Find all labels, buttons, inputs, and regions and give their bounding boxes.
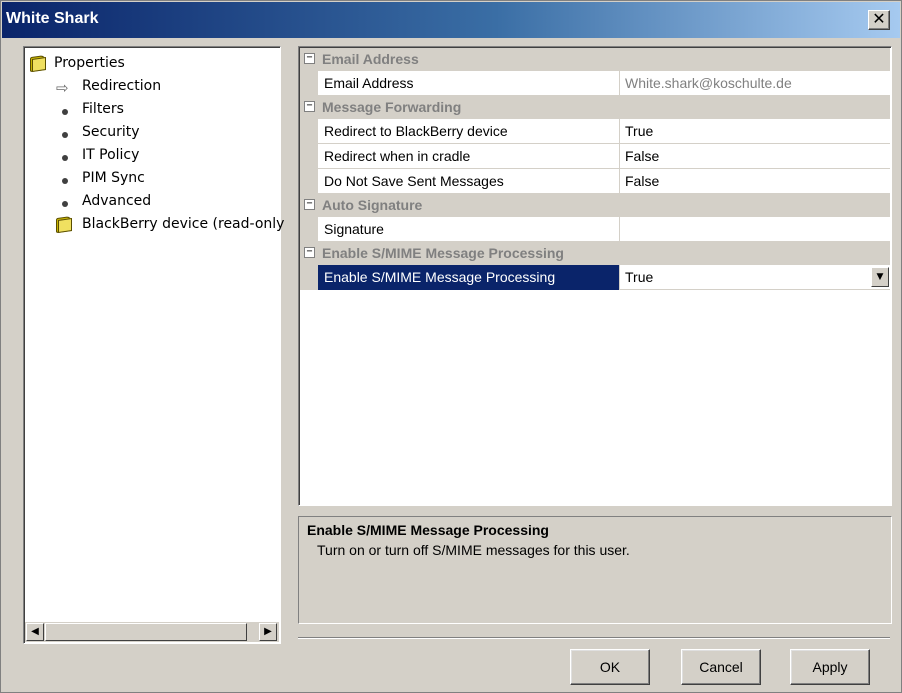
property-name: Redirect when in cradle [318, 144, 620, 169]
cancel-button[interactable]: Cancel [681, 649, 761, 685]
tree-item-label: Security [82, 124, 140, 140]
chevron-left-icon: ◀ [31, 626, 39, 637]
property-row-signature[interactable]: Signature [300, 217, 890, 242]
description-title: Enable S/MIME Message Processing [307, 522, 549, 538]
category-label: Enable S/MIME Message Processing [322, 245, 564, 261]
collapse-icon[interactable]: − [304, 199, 315, 210]
tree-item-label: Filters [82, 101, 124, 117]
description-panel: Enable S/MIME Message Processing Turn on… [298, 516, 892, 624]
property-grid[interactable]: − Email Address Email Address White.shar… [298, 46, 892, 506]
window-title: White Shark [6, 10, 99, 27]
bullet-icon [54, 101, 74, 117]
bullet-icon [54, 193, 74, 209]
folder-icon [28, 54, 48, 73]
bullet-icon [54, 170, 74, 186]
tree-item-label: Advanced [82, 193, 152, 209]
ok-button[interactable]: OK [570, 649, 650, 685]
category-label: Auto Signature [322, 197, 423, 213]
navigation-tree[interactable]: Properties ⇨ Redirection Filters Securit… [23, 46, 285, 644]
scroll-left-button[interactable]: ◀ [26, 623, 44, 641]
property-value[interactable] [621, 217, 890, 242]
collapse-icon[interactable]: − [304, 101, 315, 112]
property-value-dropdown[interactable]: True ▼ [621, 265, 890, 290]
property-name: Do Not Save Sent Messages [318, 169, 620, 194]
tree-item-label: IT Policy [82, 147, 140, 163]
category-label: Email Address [322, 51, 419, 67]
title-bar[interactable]: White Shark ✕ [2, 2, 900, 38]
chevron-right-icon: ▶ [264, 626, 272, 637]
tree-item-label: Properties [54, 55, 125, 71]
tree-item-label: PIM Sync [82, 170, 145, 186]
property-name: Signature [318, 217, 620, 242]
close-icon: ✕ [872, 9, 886, 28]
bullet-icon [54, 124, 74, 140]
category-message-forwarding[interactable]: − Message Forwarding [300, 96, 890, 119]
property-value[interactable]: False [621, 144, 890, 169]
divider [298, 637, 890, 639]
collapse-icon[interactable]: − [304, 53, 315, 64]
folder-icon [54, 215, 74, 234]
property-name: Redirect to BlackBerry device [318, 119, 620, 144]
scroll-right-button[interactable]: ▶ [259, 623, 277, 641]
category-auto-signature[interactable]: − Auto Signature [300, 194, 890, 217]
scroll-thumb[interactable] [45, 623, 247, 641]
horizontal-scrollbar[interactable]: ◀ ▶ [25, 622, 279, 642]
category-email-address[interactable]: − Email Address [300, 48, 890, 71]
dropdown-button[interactable]: ▼ [871, 267, 889, 287]
chevron-down-icon: ▼ [876, 272, 884, 282]
property-name: Email Address [318, 71, 620, 96]
tree-item-label: BlackBerry device (read-only [82, 216, 285, 232]
property-value: White.shark@koschulte.de [625, 75, 792, 91]
property-row-redirect-in-cradle[interactable]: Redirect when in cradle False [300, 144, 890, 169]
apply-button[interactable]: Apply [790, 649, 870, 685]
tree-item-label: Redirection [82, 78, 162, 94]
bullet-icon [54, 147, 74, 163]
description-text: Turn on or turn off S/MIME messages for … [317, 542, 630, 558]
property-row-redirect-to-blackberry[interactable]: Redirect to BlackBerry device True [300, 119, 890, 144]
property-value[interactable]: True [621, 119, 890, 144]
property-row-enable-smime[interactable]: Enable S/MIME Message Processing True ▼ [300, 265, 890, 290]
property-value: True [625, 269, 654, 285]
category-smime[interactable]: − Enable S/MIME Message Processing [300, 242, 890, 265]
property-row-email-address[interactable]: Email Address White.shark@koschulte.de [300, 71, 890, 96]
collapse-icon[interactable]: − [304, 247, 315, 258]
arrow-right-icon: ⇨ [56, 79, 69, 97]
close-button[interactable]: ✕ [868, 10, 890, 30]
property-name: Enable S/MIME Message Processing [318, 265, 620, 290]
dialog-window: White Shark ✕ Properties ⇨ Redirection F… [0, 0, 902, 693]
category-label: Message Forwarding [322, 99, 462, 115]
property-value[interactable]: False [621, 169, 890, 194]
property-row-do-not-save-sent[interactable]: Do Not Save Sent Messages False [300, 169, 890, 194]
